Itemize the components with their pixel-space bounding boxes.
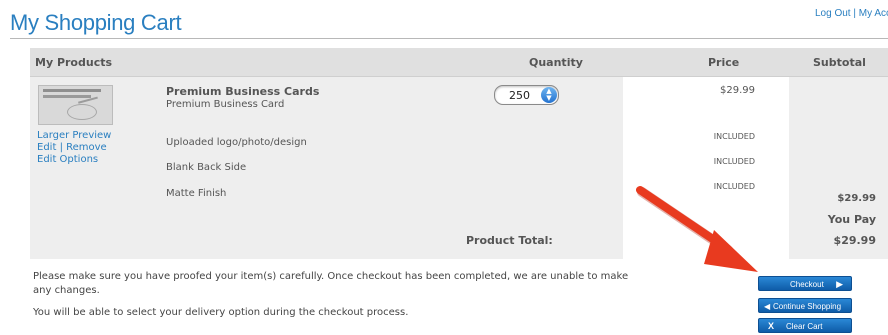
proof-notice: Please make sure you have proofed your i… xyxy=(33,271,629,296)
remove-link[interactable]: Remove xyxy=(66,142,107,153)
larger-preview-link[interactable]: Larger Preview xyxy=(37,130,111,141)
thumbnail-text-line xyxy=(43,89,101,92)
quantity-stepper[interactable]: 250 ▲ ▼ xyxy=(494,85,559,105)
play-left-icon: ◀ xyxy=(764,302,771,311)
edit-remove-links: Edit | Remove xyxy=(37,142,107,153)
link-separator: | xyxy=(853,8,856,19)
edit-link[interactable]: Edit xyxy=(37,142,56,153)
product-description: Premium Business Card xyxy=(166,99,285,110)
header-subtotal: Subtotal xyxy=(813,56,866,69)
thumbnail-text-line xyxy=(43,95,91,98)
product-name: Premium Business Cards xyxy=(166,85,320,98)
account-links: Log Out | My Acco xyxy=(815,8,888,19)
option-price: INCLUDED xyxy=(713,132,755,141)
play-right-icon: ▶ xyxy=(836,279,843,289)
cart-table: My Products Quantity Price Subtotal Larg… xyxy=(30,48,888,259)
link-separator: | xyxy=(59,142,63,153)
continue-shopping-label: Continue Shopping xyxy=(773,302,842,311)
option-price: INCLUDED xyxy=(713,182,755,191)
logout-link[interactable]: Log Out xyxy=(815,8,851,19)
item-price: $29.99 xyxy=(720,85,755,96)
my-account-link[interactable]: My Acco xyxy=(859,8,888,19)
products-column-band xyxy=(30,48,623,259)
option-label: Uploaded logo/photo/design xyxy=(166,137,307,148)
quantity-value: 250 xyxy=(509,89,530,102)
header-products: My Products xyxy=(35,56,113,69)
title-divider xyxy=(10,38,888,39)
option-price: INCLUDED xyxy=(713,157,755,166)
page-title: My Shopping Cart xyxy=(10,10,182,35)
clear-cart-button[interactable]: X Clear Cart xyxy=(758,318,852,333)
checkout-label: Checkout xyxy=(790,280,824,289)
item-subtotal: $29.99 xyxy=(837,193,876,204)
option-label: Blank Back Side xyxy=(166,162,247,173)
delivery-notice: You will be able to select your delivery… xyxy=(33,307,409,318)
subtotal-column-band xyxy=(789,48,888,259)
header-price: Price xyxy=(708,56,740,69)
header-quantity: Quantity xyxy=(529,56,583,69)
product-thumbnail[interactable] xyxy=(38,85,113,125)
product-total-value: $29.99 xyxy=(833,234,876,247)
checkout-button[interactable]: Checkout ▶ xyxy=(758,276,852,291)
you-pay-label: You Pay xyxy=(827,213,876,226)
continue-shopping-button[interactable]: ◀ Continue Shopping xyxy=(758,298,852,313)
clear-cart-label: Clear Cart xyxy=(786,322,823,331)
close-icon: X xyxy=(768,321,775,331)
cart-header-row: My Products Quantity Price Subtotal xyxy=(30,48,888,77)
product-total-label: Product Total: xyxy=(466,234,553,247)
stepper-arrows-icon[interactable]: ▲ ▼ xyxy=(541,87,557,103)
option-label: Matte Finish xyxy=(166,188,227,199)
edit-options-link[interactable]: Edit Options xyxy=(37,154,98,165)
